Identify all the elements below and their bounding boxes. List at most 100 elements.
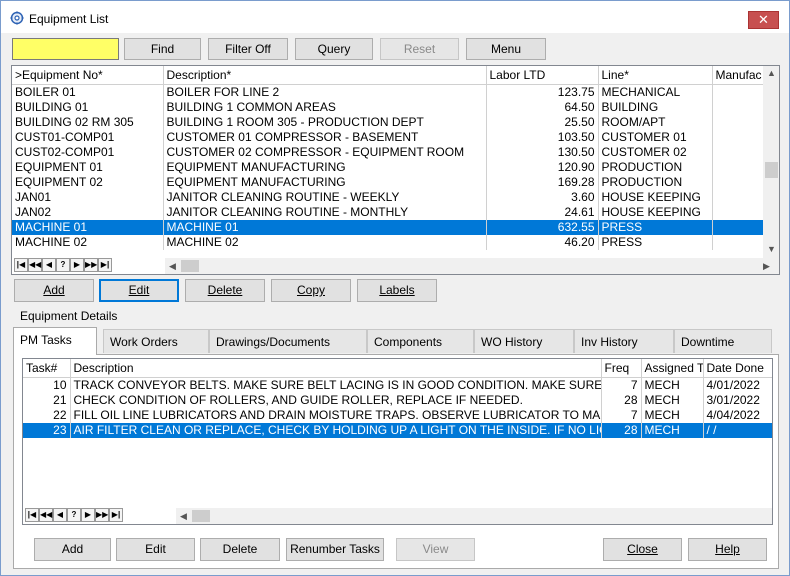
title-bar[interactable]: Equipment List ✕	[1, 1, 789, 33]
equipment-cell	[712, 175, 765, 190]
page-forward-icon[interactable]: ▶▶	[95, 508, 109, 522]
pm-tasks-grid: Task# Description Freq Assigned T Date Done …	[22, 358, 773, 525]
equipment-row[interactable]: BOILER 01 BOILER FOR LINE 2 123.75 MECHANIC…	[12, 84, 765, 100]
help-icon[interactable]: ?	[67, 508, 81, 522]
renumber-tasks-button[interactable]: Renumber Tasks	[286, 538, 384, 561]
scroll-left-icon[interactable]: ◀	[169, 261, 176, 272]
equipment-cell: MACHINE 01	[163, 220, 487, 235]
find-input[interactable]	[12, 38, 119, 60]
page-back-icon[interactable]: ◀◀	[39, 508, 53, 522]
equipment-horizontal-scrollbar[interactable]: ◀ ▶	[165, 258, 779, 274]
equipment-cell: MACHINE 02	[12, 235, 164, 250]
equipment-cell: CUST01-COMP01	[12, 130, 164, 145]
task-row[interactable]: 23 AIR FILTER CLEAN OR REPLACE, CHECK BY …	[23, 423, 772, 438]
first-record-icon[interactable]: |◀	[14, 258, 28, 272]
equipment-column-header[interactable]: Description*	[163, 66, 487, 85]
tab-wo-history[interactable]: WO History	[474, 329, 574, 353]
tab-drawings-documents[interactable]: Drawings/Documents	[209, 329, 367, 353]
equipment-cell: CUSTOMER 02 COMPRESSOR - EQUIPMENT ROOM	[163, 145, 487, 160]
task-row[interactable]: 10 TRACK CONVEYOR BELTS. MAKE SURE BELT L…	[23, 377, 772, 393]
next-record-icon[interactable]: ▶	[81, 508, 95, 522]
task-cell: 22	[23, 408, 71, 423]
task-column-header[interactable]: Date Done	[703, 359, 772, 378]
equipment-add-button[interactable]: Add	[14, 279, 94, 302]
equipment-row[interactable]: JAN02 JANITOR CLEANING ROUTINE - MONTHLY 2…	[12, 205, 765, 220]
reset-button[interactable]: Reset	[380, 38, 459, 60]
equipment-row[interactable]: MACHINE 01 MACHINE 01 632.55 PRESS	[12, 220, 765, 235]
equipment-delete-button[interactable]: Delete	[185, 279, 265, 302]
equipment-row[interactable]: EQUIPMENT 01 EQUIPMENT MANUFACTURING 120.9…	[12, 160, 765, 175]
page-back-icon[interactable]: ◀◀	[28, 258, 42, 272]
help-button[interactable]: Help	[688, 538, 767, 561]
equipment-labels-button[interactable]: Labels	[357, 279, 437, 302]
task-add-button[interactable]: Add	[34, 538, 111, 561]
equipment-column-header[interactable]: >Equipment No*	[12, 66, 164, 85]
tab-downtime[interactable]: Downtime	[674, 329, 772, 353]
last-record-icon[interactable]: ▶|	[109, 508, 123, 522]
scroll-up-icon[interactable]: ▲	[767, 68, 776, 78]
task-row[interactable]: 21 CHECK CONDITION OF ROLLERS, AND GUIDE …	[23, 393, 772, 408]
equipment-column-header[interactable]: Line*	[598, 66, 713, 85]
equipment-cell: HOUSE KEEPING	[598, 190, 713, 205]
first-record-icon[interactable]: |◀	[25, 508, 39, 522]
scroll-right-icon[interactable]: ▶	[763, 261, 770, 272]
menu-button[interactable]: Menu	[466, 38, 546, 60]
tasks-hscroll-thumb[interactable]	[192, 510, 210, 522]
equipment-cell: CUSTOMER 02	[598, 145, 713, 160]
equipment-cell: HOUSE KEEPING	[598, 205, 713, 220]
tasks-horizontal-scrollbar[interactable]: ◀	[176, 508, 772, 524]
equipment-cell: 25.50	[486, 115, 599, 130]
equipment-cell: 632.55	[486, 220, 599, 235]
equipment-copy-button[interactable]: Copy	[271, 279, 351, 302]
task-edit-button[interactable]: Edit	[116, 538, 195, 561]
task-column-header[interactable]: Task#	[23, 359, 71, 378]
window-close-button[interactable]: ✕	[748, 11, 779, 29]
equipment-cell: JAN01	[12, 190, 164, 205]
equipment-column-header[interactable]: Manufac	[712, 66, 765, 85]
equipment-cell: PRODUCTION	[598, 175, 713, 190]
equipment-list-window: Equipment List ✕ Find Filter Off Query R…	[0, 0, 790, 576]
find-button[interactable]: Find	[124, 38, 201, 60]
equipment-row[interactable]: CUST01-COMP01 CUSTOMER 01 COMPRESSOR - BA…	[12, 130, 765, 145]
tab-components[interactable]: Components	[367, 329, 474, 353]
equipment-vertical-scrollbar[interactable]: ▲ ▼	[763, 66, 779, 258]
task-column-header[interactable]: Description	[70, 359, 602, 378]
task-view-button[interactable]: View	[396, 538, 475, 561]
task-delete-button[interactable]: Delete	[200, 538, 280, 561]
task-column-header[interactable]: Freq	[601, 359, 642, 378]
previous-record-icon[interactable]: ◀	[42, 258, 56, 272]
scroll-down-icon[interactable]: ▼	[767, 244, 776, 254]
tab-work-orders[interactable]: Work Orders	[103, 329, 209, 353]
close-button[interactable]: Close	[603, 538, 682, 561]
next-record-icon[interactable]: ▶	[70, 258, 84, 272]
task-row[interactable]: 22 FILL OIL LINE LUBRICATORS AND DRAIN MO…	[23, 408, 772, 423]
find-button-label: Find	[150, 42, 175, 56]
equipment-cell	[712, 205, 765, 220]
scroll-left-icon[interactable]: ◀	[180, 511, 187, 522]
equipment-record-navigator: |◀ ◀◀ ◀? ▶ ▶▶ ▶|	[14, 258, 112, 274]
equipment-row[interactable]: JAN01 JANITOR CLEANING ROUTINE - WEEKLY 3.…	[12, 190, 765, 205]
equipment-row[interactable]: MACHINE 02 MACHINE 02 46.20 PRESS	[12, 235, 765, 250]
equipment-cell: BUILDING 1 COMMON AREAS	[163, 100, 487, 115]
equipment-row[interactable]: EQUIPMENT 02 EQUIPMENT MANUFACTURING 169.2…	[12, 175, 765, 190]
tab-inv-history[interactable]: Inv History	[574, 329, 674, 353]
task-cell: 10	[23, 377, 71, 393]
equipment-column-header[interactable]: Labor LTD	[486, 66, 599, 85]
filter-off-button[interactable]: Filter Off	[208, 38, 288, 60]
previous-record-icon[interactable]: ◀	[53, 508, 67, 522]
equipment-row[interactable]: BUILDING 02 RM 305 BUILDING 1 ROOM 305 - …	[12, 115, 765, 130]
tab-pm-tasks[interactable]: PM Tasks	[13, 327, 97, 355]
tab-drawings-documents-label: Drawings/Documents	[216, 335, 331, 349]
help-icon[interactable]: ?	[56, 258, 70, 272]
last-record-icon[interactable]: ▶|	[98, 258, 112, 272]
task-column-header[interactable]: Assigned T	[641, 359, 704, 378]
equipment-row[interactable]: BUILDING 01 BUILDING 1 COMMON AREAS 64.50 B…	[12, 100, 765, 115]
equipment-row[interactable]: CUST02-COMP01 CUSTOMER 02 COMPRESSOR - EQ…	[12, 145, 765, 160]
equipment-delete-label: Delete	[207, 283, 243, 297]
equipment-scroll-thumb[interactable]	[765, 162, 778, 178]
equipment-edit-button[interactable]: Edit	[99, 279, 179, 302]
page-forward-icon[interactable]: ▶▶	[84, 258, 98, 272]
equipment-hscroll-thumb[interactable]	[181, 260, 199, 272]
query-button[interactable]: Query	[295, 38, 373, 60]
equipment-cell: CUST02-COMP01	[12, 145, 164, 160]
